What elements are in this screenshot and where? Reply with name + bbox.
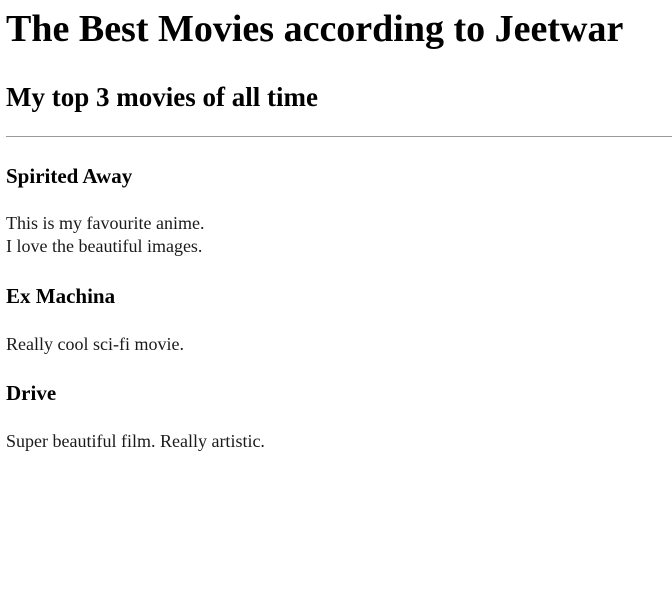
movie-description-drive: Super beautiful film. Really artistic. (6, 430, 265, 453)
movie-description-ex-machina: Really cool sci-fi movie. (6, 333, 184, 356)
divider (6, 136, 672, 137)
movie-title-ex-machina: Ex Machina (6, 284, 116, 308)
movie-description-spirited-away: This is my favourite anime. I love the be… (6, 212, 204, 258)
description-line: Super beautiful film. Really artistic. (6, 431, 265, 451)
description-line: I love the beautiful images. (6, 236, 203, 256)
page-content: The Best Movies according to Jeetwar My … (0, 0, 672, 603)
page-subtitle: My top 3 movies of all time (6, 82, 318, 112)
page-title: The Best Movies according to Jeetwar (6, 8, 624, 50)
description-line: Really cool sci-fi movie. (6, 334, 184, 354)
movie-title-spirited-away: Spirited Away (6, 164, 133, 188)
description-line: This is my favourite anime. (6, 213, 205, 233)
movie-title-drive: Drive (6, 381, 57, 405)
